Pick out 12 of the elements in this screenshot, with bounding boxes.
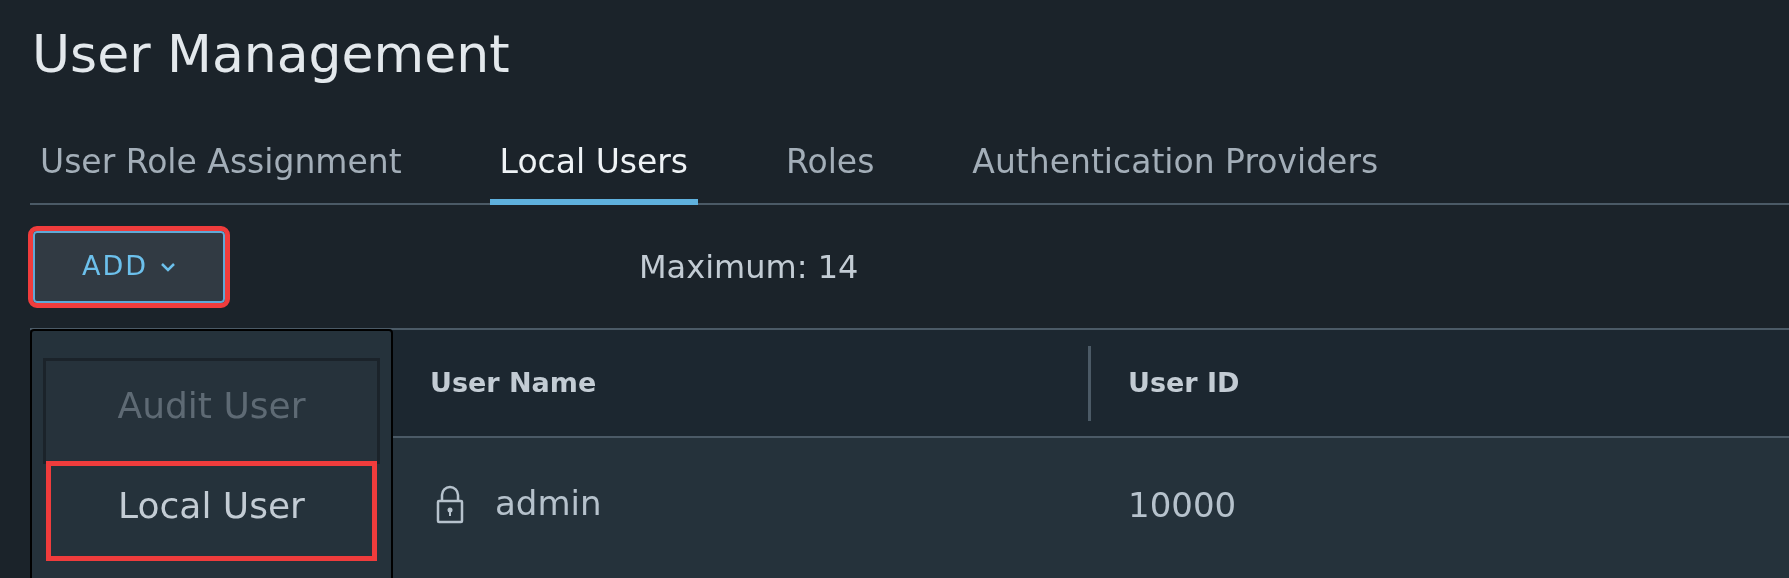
column-header: User Name (429, 365, 598, 400)
chevron-down-icon (160, 261, 177, 272)
table-cell-text: admin (495, 482, 602, 525)
tab[interactable]: User Role Assignment (30, 125, 412, 205)
menu-item[interactable]: Local User (46, 461, 377, 561)
tab[interactable]: Authentication Providers (962, 125, 1389, 205)
page-title: User Management (32, 28, 510, 81)
tab[interactable]: Roles (776, 125, 885, 205)
maximum-count: Maximum: 14 (639, 246, 859, 288)
table-cell-text: 10000 (1127, 484, 1237, 527)
column-header: User ID (1127, 365, 1240, 400)
tab[interactable]: Local Users (489, 125, 699, 205)
